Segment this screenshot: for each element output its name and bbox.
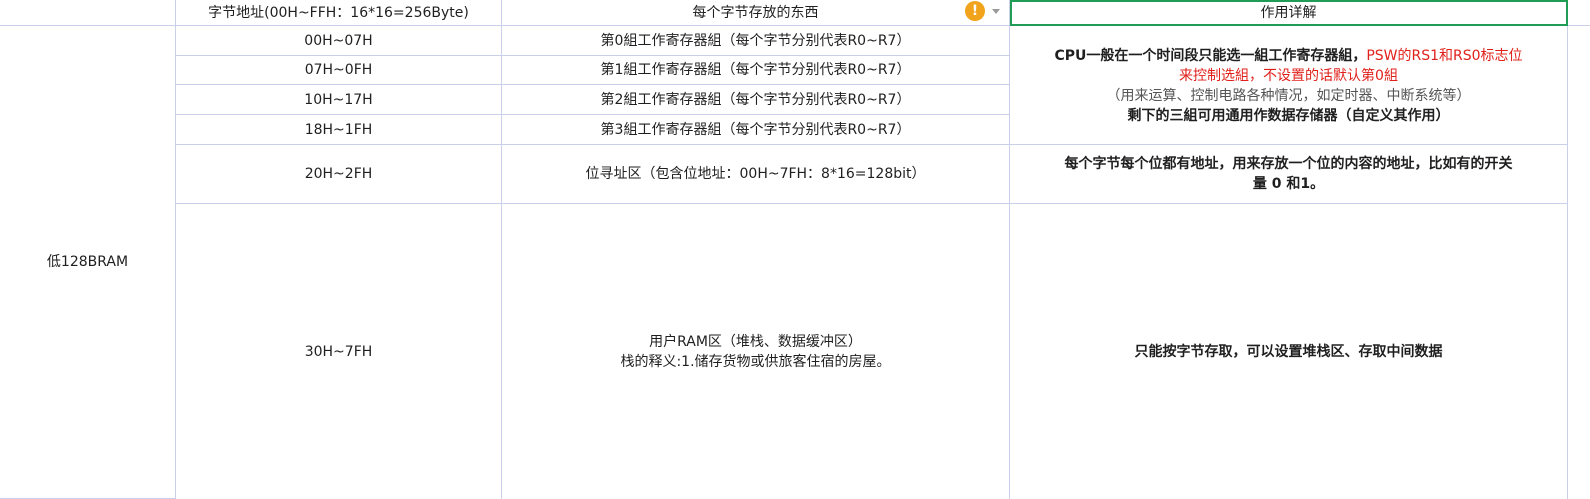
content-cell-5[interactable]: 用户RAM区（堆栈、数据缓冲区） 栈的释义:1.储存货物或供旅客住宿的房屋。 (502, 204, 1010, 499)
content-text: 第2組工作寄存器組（每个字节分别代表R0~R7） (600, 91, 911, 108)
details-registers-black: CPU一般在一个时间段只能选一組工作寄存器組， (1054, 48, 1367, 64)
address-cell-0[interactable]: 00H~07H (176, 26, 502, 56)
content-text: 第1組工作寄存器組（每个字节分别代表R0~R7） (600, 62, 911, 78)
content-cell-2[interactable]: 第2組工作寄存器組（每个字节分别代表R0~R7） (502, 85, 1010, 115)
header-cell-a[interactable] (0, 0, 176, 26)
header-cell-e[interactable] (1568, 0, 1590, 26)
details-user-ram[interactable]: 只能按字节存取，可以设置堆栈区、存取中间数据 (1010, 204, 1568, 499)
details-user-ram-text: 只能按字节存取，可以设置堆栈区、存取中间数据 (1134, 343, 1443, 360)
region-label-cell[interactable]: 低128BRAM (0, 26, 176, 499)
details-bit-area-line1: 每个字节每个位都有地址，用来存放一个位的内容的地址，比如有的开关 (1064, 156, 1513, 172)
warning-icon[interactable]: ! (965, 1, 985, 21)
content-cell-3[interactable]: 第3組工作寄存器組（每个字节分别代表R0~R7） (502, 115, 1010, 145)
details-registers-line1: CPU一般在一个时间段只能选一組工作寄存器組，PSW的RS1和RS0标志位 (1054, 46, 1522, 66)
header-details[interactable]: 作用详解 (1010, 0, 1568, 26)
address-cell-2[interactable]: 10H~17H (176, 85, 502, 115)
content-cell-1[interactable]: 第1組工作寄存器組（每个字节分别代表R0~R7） (502, 56, 1010, 85)
details-bit-area[interactable]: 每个字节每个位都有地址，用来存放一个位的内容的地址，比如有的开关 量 0 和1。 (1010, 145, 1568, 204)
content-cell-4[interactable]: 位寻址区（包含位地址：00H~7FH：8*16=128bit） (502, 145, 1010, 204)
content-text-line1: 用户RAM区（堆栈、数据缓冲区） (649, 333, 862, 350)
details-registers-red-2: 来控制选組，不设置的话默认第0組 (1179, 68, 1398, 84)
address-cell-3[interactable]: 18H~1FH (176, 115, 502, 145)
content-text: 第0組工作寄存器組（每个字节分别代表R0~R7） (600, 32, 911, 49)
header-byte-contents-text: 每个字节存放的东西 (692, 4, 819, 21)
address-text: 20H~2FH (304, 166, 373, 182)
filter-dropdown-icon[interactable] (992, 9, 1000, 14)
details-registers-red-1: PSW的RS1和RS0标志位 (1366, 48, 1523, 64)
content-cell-0[interactable]: 第0組工作寄存器組（每个字节分别代表R0~R7） (502, 26, 1010, 56)
region-label: 低128BRAM (46, 254, 129, 270)
spreadsheet-grid: 字节地址(00H~FFH：16*16=256Byte) 每个字节存放的东西 ! … (0, 0, 1590, 499)
details-bit-area-line2: 量 0 和1。 (1252, 176, 1325, 192)
address-cell-4[interactable]: 20H~2FH (176, 145, 502, 204)
address-text: 07H~0FH (304, 62, 373, 78)
header-details-text: 作用详解 (1260, 4, 1317, 21)
header-byte-address-text: 字节地址(00H~FFH：16*16=256Byte) (208, 4, 469, 21)
empty-cell-e[interactable] (1568, 26, 1590, 499)
address-text: 18H~1FH (304, 121, 373, 138)
header-byte-address[interactable]: 字节地址(00H~FFH：16*16=256Byte) (176, 0, 502, 26)
content-text: 第3組工作寄存器組（每个字节分别代表R0~R7） (600, 121, 911, 138)
content-text-line2: 栈的释义:1.储存货物或供旅客住宿的房屋。 (620, 353, 891, 370)
details-registers[interactable]: CPU一般在一个时间段只能选一組工作寄存器組，PSW的RS1和RS0标志位 来控… (1010, 26, 1568, 145)
address-text: 10H~17H (304, 91, 373, 108)
address-cell-1[interactable]: 07H~0FH (176, 56, 502, 85)
details-registers-line4: 剩下的三組可用通用作数据存储器（自定义其作用） (1127, 108, 1450, 124)
header-byte-contents[interactable]: 每个字节存放的东西 (502, 0, 1010, 26)
content-text: 位寻址区（包含位地址：00H~7FH：8*16=128bit） (585, 166, 926, 182)
address-cell-5[interactable]: 30H~7FH (176, 204, 502, 499)
details-registers-gray: （用来运算、控制电路各种情况，如定时器、中断系统等） (1106, 88, 1471, 104)
address-text: 00H~07H (304, 32, 373, 49)
address-text: 30H~7FH (304, 343, 373, 360)
